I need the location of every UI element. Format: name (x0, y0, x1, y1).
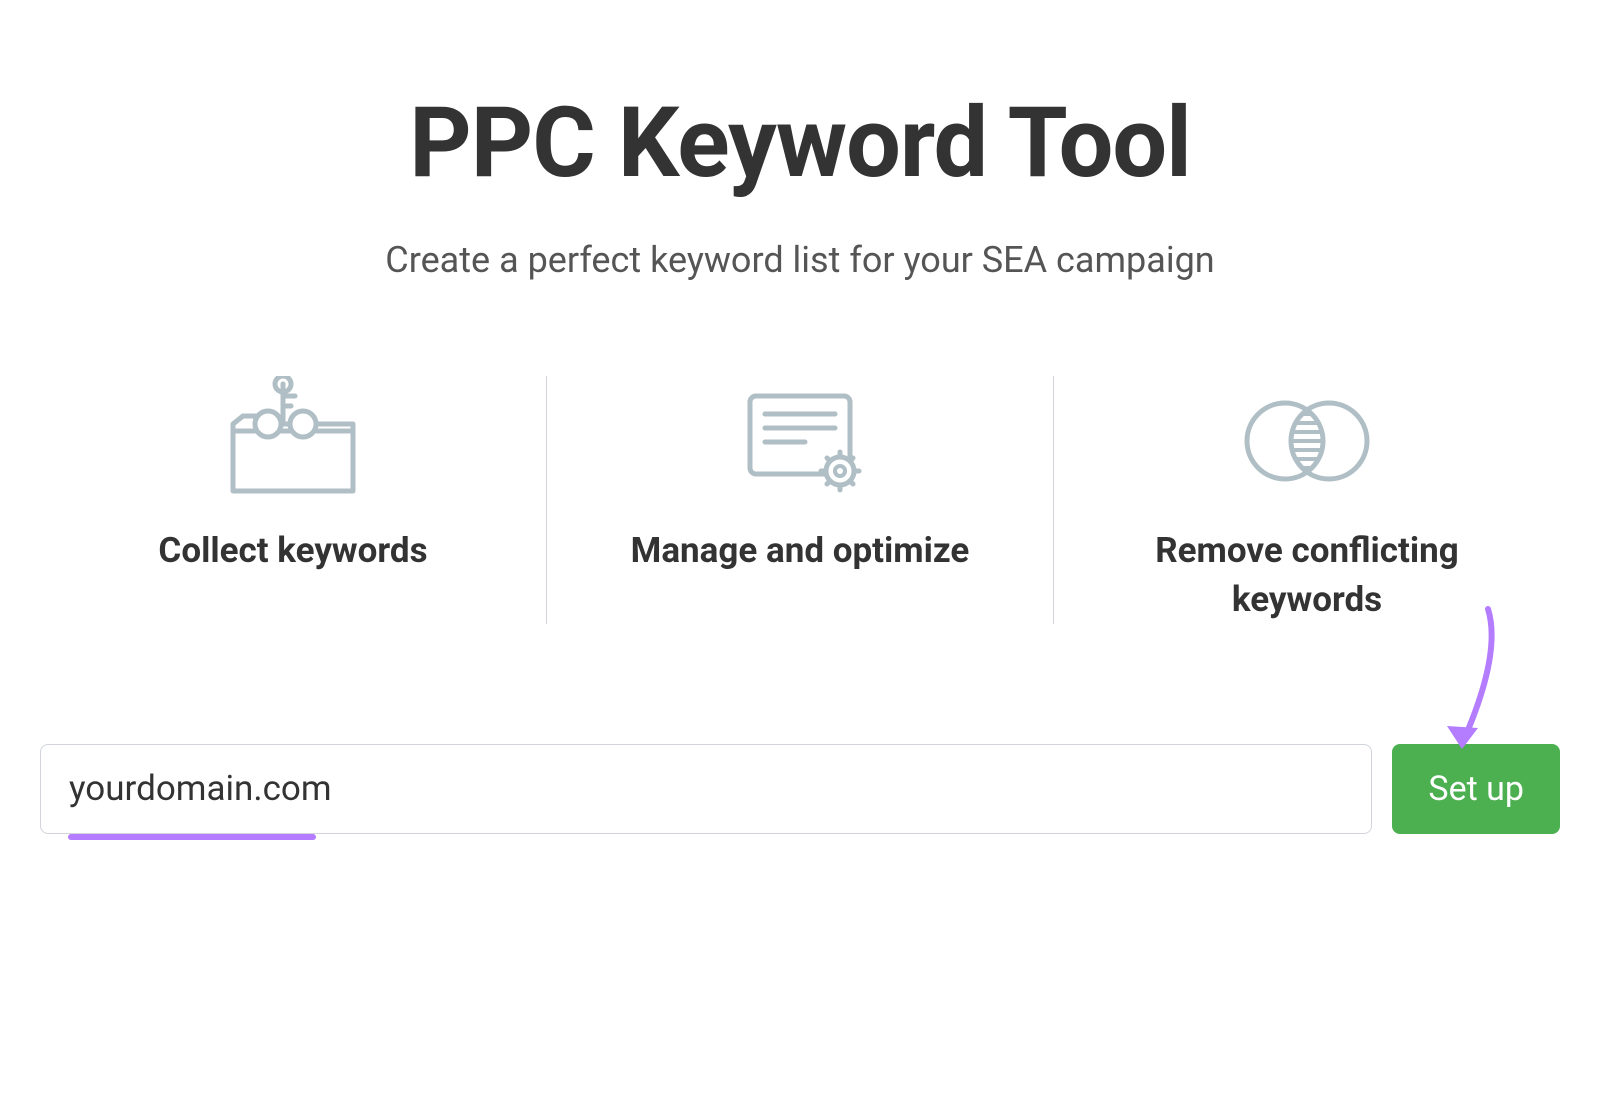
feature-label-collect: Collect keywords (158, 526, 427, 575)
page-subtitle: Create a perfect keyword list for your S… (385, 239, 1214, 281)
page-title: PPC Keyword Tool (409, 90, 1191, 197)
manage-optimize-icon (735, 376, 865, 506)
form-row: Set up (40, 744, 1560, 834)
input-highlight (68, 834, 316, 840)
domain-input-wrapper (40, 744, 1372, 834)
domain-input[interactable] (40, 744, 1372, 834)
remove-conflicts-icon (1217, 376, 1397, 506)
feature-conflicts: Remove conflicting keywords (1054, 376, 1560, 624)
collect-keywords-icon (213, 376, 373, 506)
feature-label-manage: Manage and optimize (631, 526, 970, 575)
features-row: Collect keywords (40, 376, 1560, 624)
setup-button[interactable]: Set up (1392, 744, 1560, 834)
feature-manage: Manage and optimize (547, 376, 1054, 624)
page-container: PPC Keyword Tool Create a perfect keywor… (0, 0, 1600, 834)
feature-label-conflicts: Remove conflicting keywords (1094, 526, 1520, 624)
feature-collect: Collect keywords (40, 376, 547, 624)
